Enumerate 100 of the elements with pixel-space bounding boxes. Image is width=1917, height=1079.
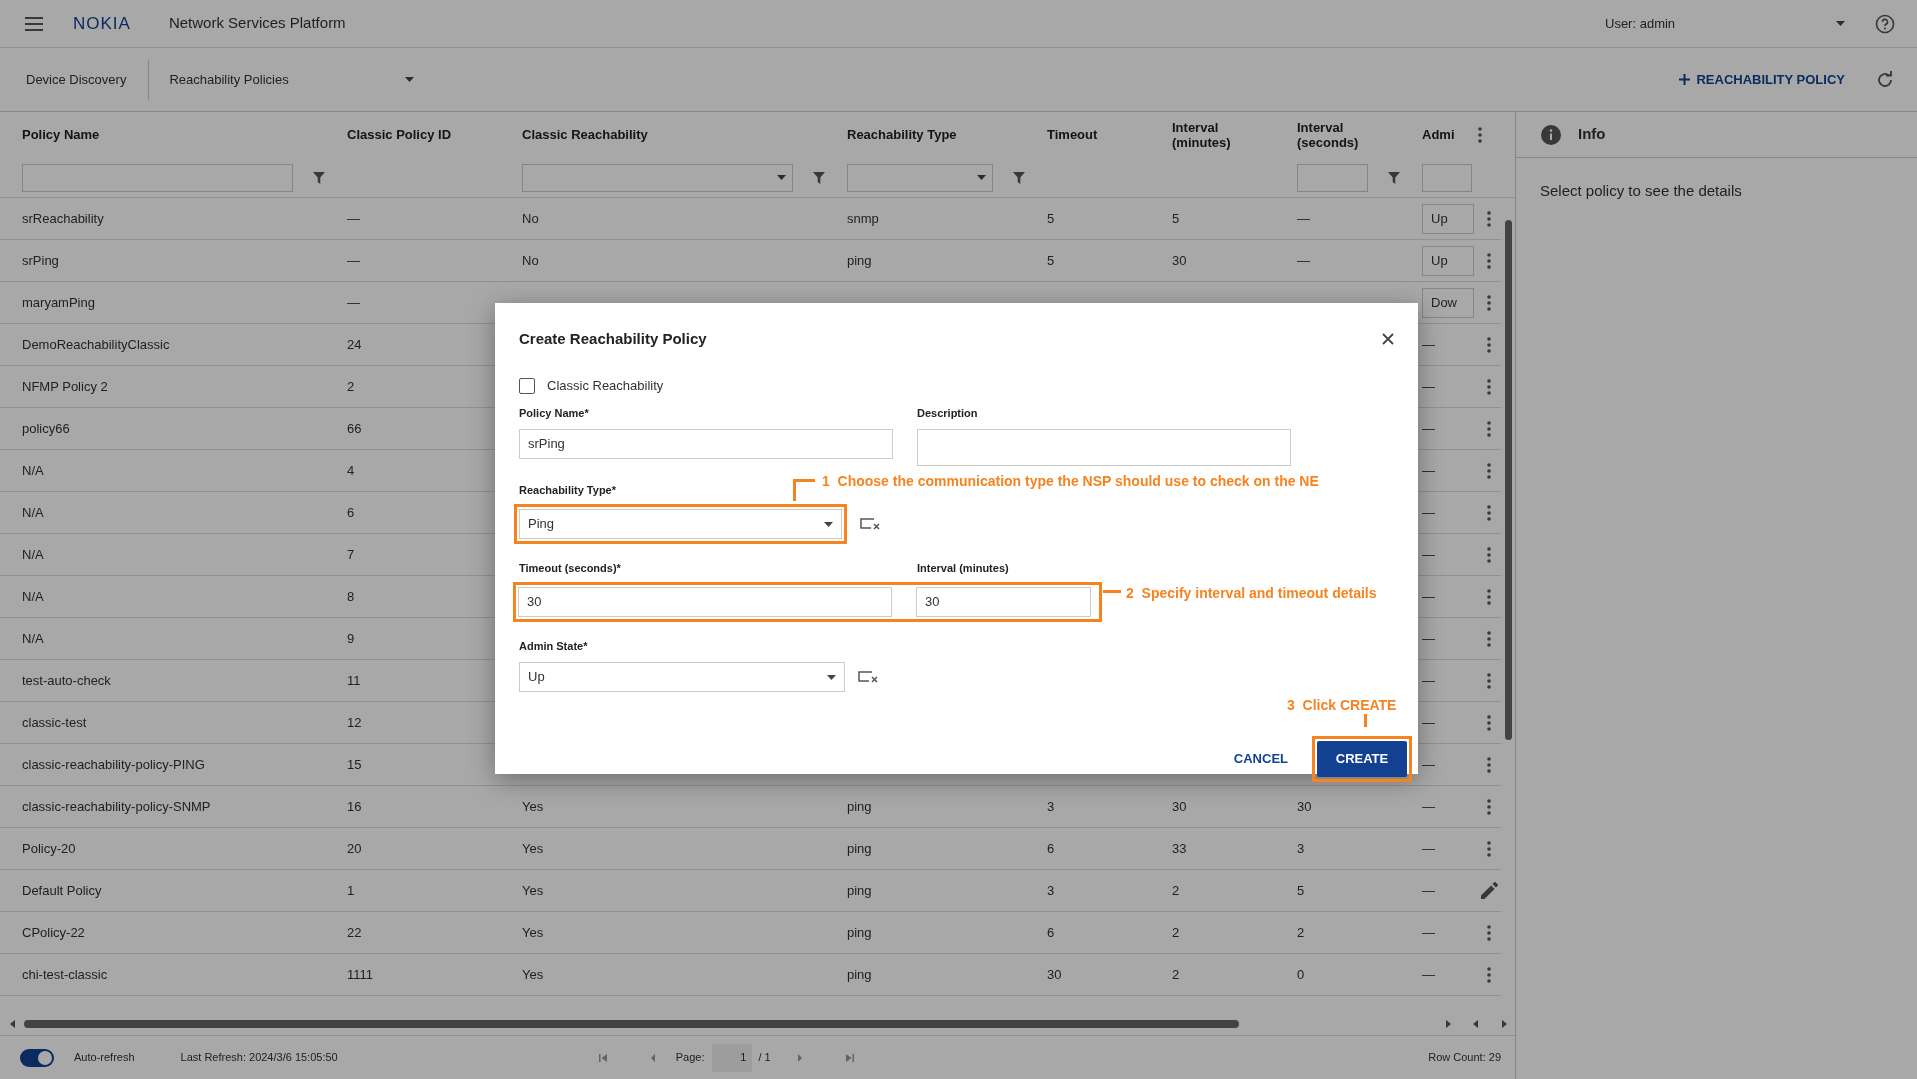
kebab-menu-icon[interactable] [1478, 127, 1482, 143]
kebab-menu-icon[interactable] [1487, 714, 1491, 731]
text-field[interactable]: srPing [519, 429, 893, 459]
field-label: Timeout (seconds)* [519, 561, 621, 576]
table-cell-text: Yes [522, 881, 544, 900]
table-cell-text: — [1422, 629, 1435, 648]
filter-icon[interactable] [313, 171, 325, 184]
kebab-menu-icon[interactable] [1487, 798, 1491, 815]
table-cell-text: DemoReachabilityClassic [22, 335, 170, 354]
table-cell-text: Policy-20 [22, 839, 76, 858]
field-label: Interval (minutes) [917, 561, 1009, 576]
refresh-icon[interactable] [1875, 69, 1895, 90]
scroll-left-icon[interactable] [1471, 1019, 1481, 1029]
kebab-menu-icon[interactable] [1487, 924, 1491, 941]
table-cell-text: srReachability [22, 209, 104, 228]
user-menu[interactable]: User: admin [1605, 13, 1845, 34]
create-button[interactable]: CREATE [1317, 741, 1407, 777]
table-cell-text: 3 [1047, 797, 1055, 816]
table-cell-text: ping [847, 923, 872, 942]
table-cell-text: Yes [522, 797, 544, 816]
close-icon[interactable] [1382, 333, 1394, 345]
table-cell-text: 3 [1297, 839, 1305, 858]
table-cell-text: CPolicy-22 [22, 923, 85, 942]
table-cell-text: No [522, 251, 539, 270]
number-field[interactable]: 30 [518, 587, 892, 617]
admin-state-field[interactable]: Dow [1422, 287, 1474, 318]
page-field[interactable]: 1 [712, 1043, 753, 1072]
table-cell-text: 1 [347, 881, 355, 900]
kebab-menu-icon[interactable] [1487, 462, 1491, 479]
kebab-menu-icon[interactable] [1487, 966, 1491, 983]
table-cell-text: 33 [1172, 839, 1187, 858]
menu-icon[interactable] [25, 16, 43, 31]
pencil-icon[interactable] [1480, 882, 1498, 899]
kebab-menu-icon[interactable] [1487, 840, 1491, 857]
scroll-left-icon[interactable] [8, 1019, 18, 1029]
kebab-menu-icon[interactable] [1487, 378, 1491, 395]
table-cell-text: N/A [22, 629, 44, 648]
table-cell-text: 30 [1297, 797, 1312, 816]
table-cell-text: classic-reachability-policy-SNMP [22, 797, 211, 816]
leader-line [1364, 714, 1367, 727]
table-cell-text: N/A [22, 545, 44, 564]
dropdown[interactable]: Ping [519, 509, 842, 539]
checkbox-label: Classic Reachability [547, 377, 664, 396]
filter-field[interactable] [1422, 163, 1472, 192]
kebab-menu-icon[interactable] [1487, 630, 1491, 647]
table-cell-text: — [1422, 503, 1435, 522]
column-header: Classic Policy ID [347, 126, 452, 145]
kebab-menu-icon[interactable] [1487, 336, 1491, 353]
filter-icon[interactable] [813, 171, 825, 184]
table-cell-text: ping [847, 797, 872, 816]
scroll-right-icon[interactable] [1499, 1019, 1509, 1029]
kebab-menu-icon[interactable] [1487, 672, 1491, 689]
cancel-button[interactable]: CANCEL [1227, 748, 1294, 770]
add-policy-button[interactable]: REACHABILITY POLICY [1679, 69, 1845, 90]
dropdown[interactable]: Up [519, 662, 845, 692]
column-header: Timeout [1047, 126, 1098, 145]
clear-field-icon[interactable] [860, 517, 881, 531]
kebab-menu-icon[interactable] [1487, 588, 1491, 605]
table-cell-text: 30 [1047, 965, 1062, 984]
table-cell-text: — [1422, 671, 1435, 690]
caret-icon [827, 674, 836, 680]
table-cell-text: — [347, 209, 360, 228]
table-cell-text: ping [847, 839, 872, 858]
annotation-text: 3 Click CREATE [1287, 696, 1397, 715]
kebab-menu-icon[interactable] [1487, 294, 1491, 311]
table-cell-text: 6 [1047, 839, 1055, 858]
view-select[interactable]: Reachability Policies [169, 69, 415, 90]
admin-state-field[interactable]: Up [1422, 203, 1474, 234]
help-icon[interactable] [1875, 13, 1895, 34]
last-refresh-text: Last Refresh: 2024/3/6 15:05:50 [180, 1050, 338, 1066]
kebab-menu-icon[interactable] [1487, 756, 1491, 773]
table-cell-text: test-auto-check [22, 671, 111, 690]
kebab-menu-icon[interactable] [1487, 252, 1491, 269]
table-cell-text: 5 [1172, 209, 1180, 228]
checkbox[interactable] [519, 378, 535, 394]
table-cell-text: 9 [347, 629, 355, 648]
kebab-menu-icon[interactable] [1487, 546, 1491, 563]
filter-field[interactable] [1297, 163, 1368, 192]
breadcrumb-link[interactable]: Device Discovery [26, 59, 150, 100]
table-cell-text: — [1297, 209, 1310, 228]
table-cell-text: 6 [1047, 923, 1055, 942]
filter-icon[interactable] [1388, 171, 1400, 184]
kebab-menu-icon[interactable] [1487, 420, 1491, 437]
auto-refresh-toggle[interactable] [20, 1048, 54, 1067]
scroll-right-icon[interactable] [1443, 1019, 1453, 1029]
plus-icon [1679, 74, 1691, 85]
admin-state-field[interactable]: Up [1422, 245, 1474, 276]
number-field[interactable]: 30 [916, 587, 1091, 617]
clear-field-icon[interactable] [858, 670, 879, 684]
kebab-menu-icon[interactable] [1487, 210, 1491, 227]
caret-icon [1836, 21, 1845, 26]
filter-icon[interactable] [1013, 171, 1025, 184]
description-field[interactable] [917, 429, 1291, 466]
table-cell-text: — [1422, 545, 1435, 564]
kebab-menu-icon[interactable] [1487, 504, 1491, 521]
table-cell-text: maryamPing [22, 293, 95, 312]
table-cell-text: Yes [522, 923, 544, 942]
table-cell-text: 1111 [347, 965, 374, 984]
filter-field[interactable] [22, 163, 293, 192]
dialog-title: Create Reachability Policy [519, 328, 707, 349]
